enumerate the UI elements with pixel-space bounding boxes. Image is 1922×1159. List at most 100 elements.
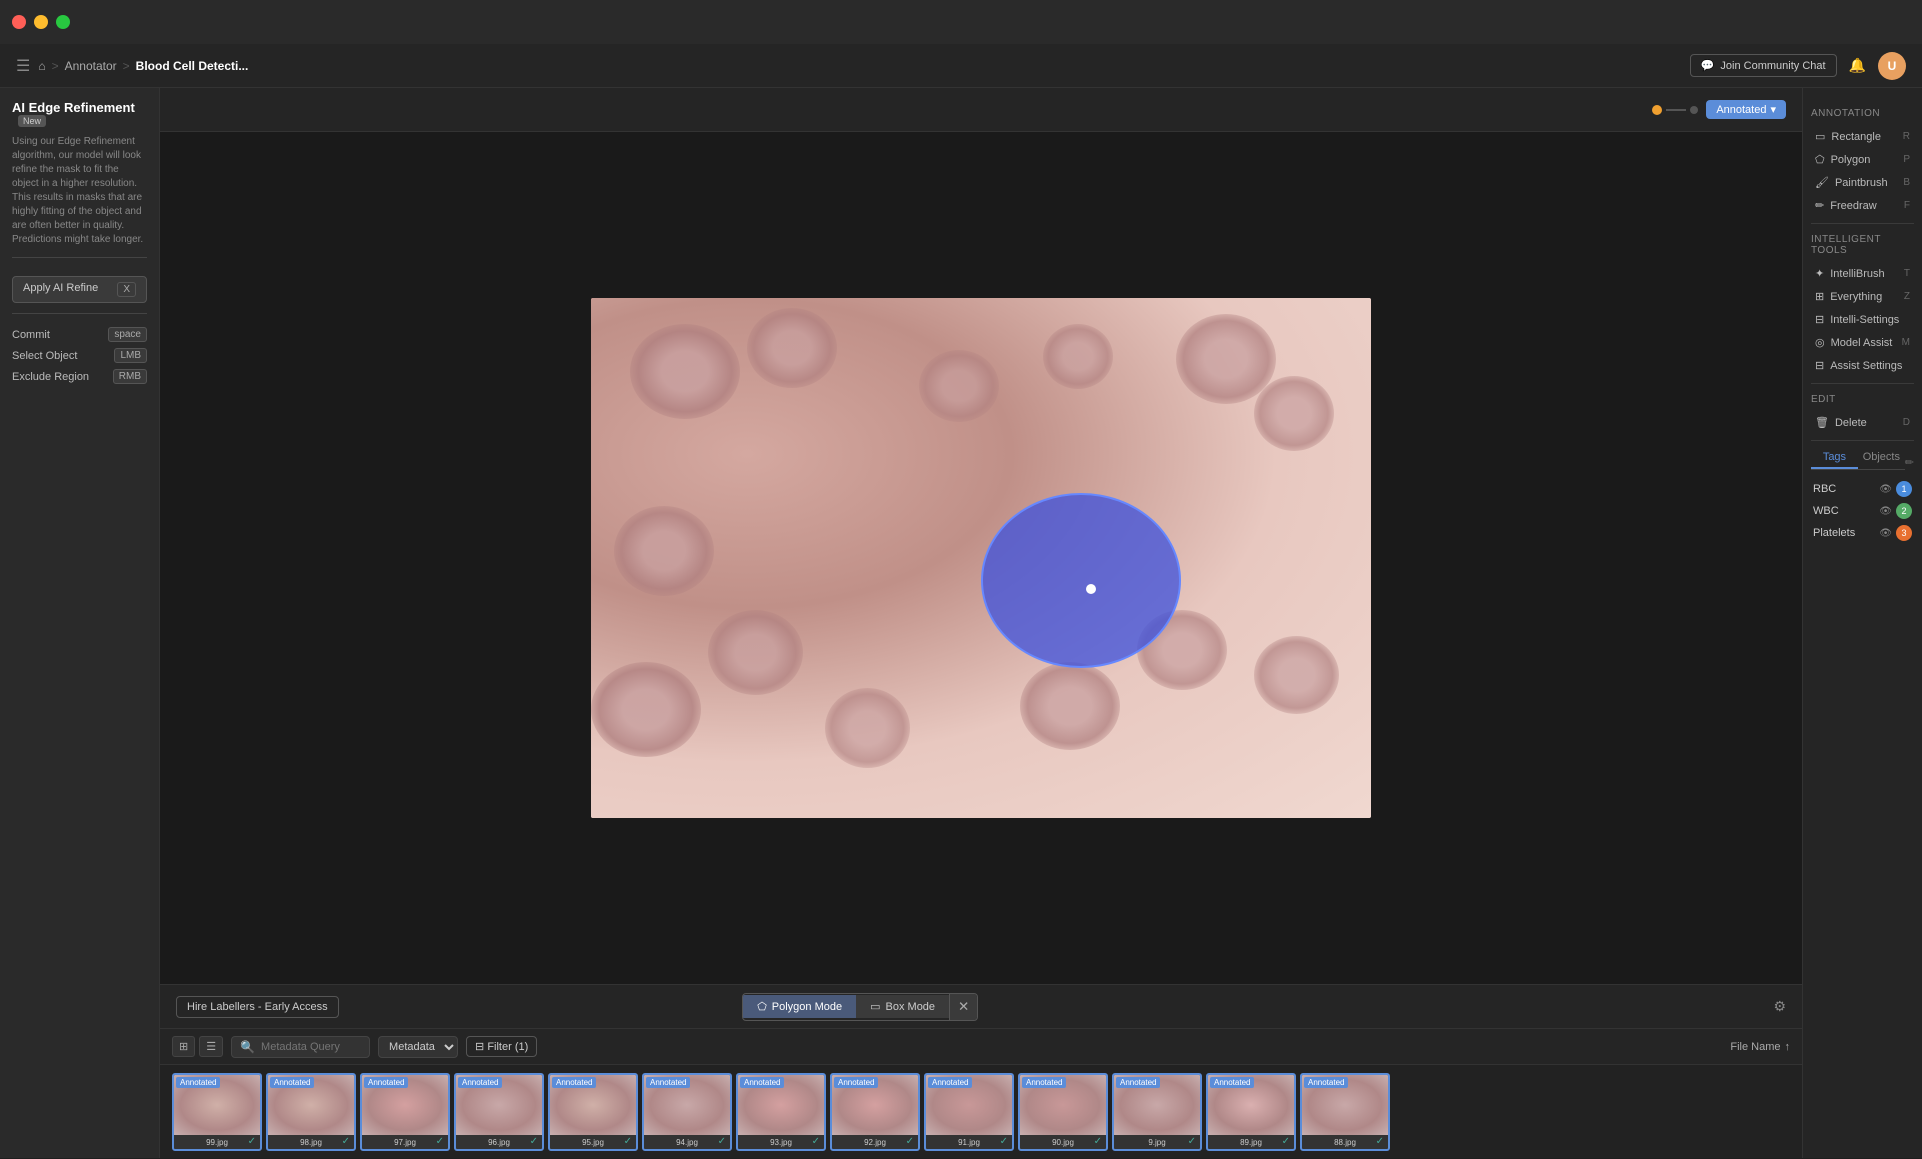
search-box: 🔍 [231, 1036, 370, 1058]
annotated-label: Annotated [552, 1077, 596, 1088]
list-item[interactable]: Annotated 90.jpg ✓ [1018, 1073, 1108, 1151]
annotated-badge[interactable]: Annotated ▾ [1706, 100, 1786, 119]
check-icon: ✓ [1376, 1136, 1384, 1147]
avatar[interactable]: U [1878, 52, 1906, 80]
apply-ai-refine-button[interactable]: Apply AI Refine X [12, 276, 147, 303]
image-canvas[interactable] [160, 132, 1802, 984]
tool-assist-settings[interactable]: ⊟Assist Settings [1811, 354, 1914, 377]
tool-label: Delete [1835, 417, 1867, 429]
check-icon: ✓ [436, 1136, 444, 1147]
annotated-label: Annotated [646, 1077, 690, 1088]
thumb-filename: 98.jpg [270, 1138, 352, 1147]
close-button[interactable] [12, 15, 26, 29]
tool-icon: ✏ [1815, 199, 1824, 212]
list-item[interactable]: Annotated 95.jpg ✓ [548, 1073, 638, 1151]
thumb-filename: 93.jpg [740, 1138, 822, 1147]
tag-wbc: WBC 👁 2 [1811, 500, 1914, 522]
check-icon: ✓ [1000, 1136, 1008, 1147]
check-icon: ✓ [1094, 1136, 1102, 1147]
tag-visibility-icon[interactable]: 👁 [1879, 484, 1892, 495]
list-item[interactable]: Annotated 9.jpg ✓ [1112, 1073, 1202, 1151]
tool-label: Intelli-Settings [1830, 314, 1899, 326]
tool-label: Rectangle [1831, 131, 1881, 143]
box-icon: ▭ [870, 1000, 880, 1013]
annotated-label: Annotated [458, 1077, 502, 1088]
annotated-label: Annotated [1304, 1077, 1348, 1088]
polygon-icon: ⬠ [757, 1000, 767, 1013]
annotated-label: Annotated [740, 1077, 784, 1088]
tool-icon: ⬠ [1815, 153, 1825, 166]
image-toolbar: Annotated ▾ [160, 88, 1802, 132]
list-item[interactable]: Annotated 94.jpg ✓ [642, 1073, 732, 1151]
edit-icon[interactable]: ✏ [1905, 456, 1914, 469]
polygon-mode-button[interactable]: ⬠ Polygon Mode [743, 995, 856, 1018]
list-item[interactable]: Annotated 92.jpg ✓ [830, 1073, 920, 1151]
left-panel: AI Edge Refinement New Using our Edge Re… [0, 88, 160, 1158]
list-item[interactable]: Annotated 97.jpg ✓ [360, 1073, 450, 1151]
filter-button[interactable]: ⊟ Filter (1) [466, 1036, 537, 1057]
tool-icon: ⊟ [1815, 359, 1824, 372]
dropdown-icon: ▾ [1770, 103, 1776, 116]
tool-label: Model Assist [1831, 337, 1893, 349]
tool-intelli-settings[interactable]: ⊟Intelli-Settings [1811, 308, 1914, 331]
list-item[interactable]: Annotated 91.jpg ✓ [924, 1073, 1014, 1151]
tool-icon: ◎ [1815, 336, 1825, 349]
hire-labellers-button[interactable]: Hire Labellers - Early Access [176, 996, 339, 1018]
fullscreen-button[interactable] [56, 15, 70, 29]
list-item[interactable]: Annotated 93.jpg ✓ [736, 1073, 826, 1151]
tool-intellibrush[interactable]: ✦IntelliBrushT [1811, 262, 1914, 285]
filter-icon: ⊟ [475, 1041, 484, 1053]
tool-model-assist[interactable]: ◎Model AssistM [1811, 331, 1914, 354]
thumb-filename: 97.jpg [364, 1138, 446, 1147]
tool-freedraw[interactable]: ✏FreedrawF [1811, 194, 1914, 217]
tag-count: 3 [1896, 525, 1912, 541]
tag-visibility-icon[interactable]: 👁 [1879, 528, 1892, 539]
menu-icon[interactable]: ☰ [16, 56, 30, 76]
list-item[interactable]: Annotated 98.jpg ✓ [266, 1073, 356, 1151]
settings-icon[interactable]: ⚙ [1773, 998, 1786, 1015]
check-icon: ✓ [718, 1136, 726, 1147]
box-mode-button[interactable]: ▭ Box Mode [856, 995, 949, 1018]
tag-name: WBC [1813, 505, 1839, 517]
annotator-link[interactable]: Annotator [65, 59, 117, 73]
metadata-select[interactable]: Metadata [378, 1036, 458, 1058]
tool-shortcut: F [1904, 200, 1910, 211]
mode-close-button[interactable]: ✕ [949, 994, 977, 1020]
list-item[interactable]: Annotated 88.jpg ✓ [1300, 1073, 1390, 1151]
sort-button[interactable]: File Name ↑ [1730, 1041, 1790, 1053]
tab-tags[interactable]: Tags [1811, 447, 1858, 469]
project-name: Blood Cell Detecti... [136, 59, 249, 73]
notification-bell-icon[interactable]: 🔔 [1849, 57, 1866, 74]
thumbnails-toolbar: ⊞ ☰ 🔍 Metadata ⊟ Filter (1) File Name ↑ [160, 1029, 1802, 1065]
join-chat-button[interactable]: 💬 Join Community Chat [1690, 54, 1837, 77]
annotated-label: Annotated [928, 1077, 972, 1088]
annotated-label: Annotated [1116, 1077, 1160, 1088]
tool-delete[interactable]: 🗑DeleteD [1811, 411, 1914, 434]
sort-icon: ↑ [1785, 1041, 1791, 1053]
tool-label: IntelliBrush [1830, 268, 1884, 280]
edit-tools: 🗑DeleteD [1811, 411, 1914, 434]
minimize-button[interactable] [34, 15, 48, 29]
list-item[interactable]: Annotated 99.jpg ✓ [172, 1073, 262, 1151]
search-input[interactable] [261, 1041, 361, 1053]
annotated-label: Annotated [1022, 1077, 1066, 1088]
tag-visibility-icon[interactable]: 👁 [1879, 506, 1892, 517]
tool-paintbrush[interactable]: 🖌PaintbrushB [1811, 171, 1914, 194]
tool-everything[interactable]: ⊞EverythingZ [1811, 285, 1914, 308]
bottom-toolbar: Hire Labellers - Early Access ⬠ Polygon … [160, 984, 1802, 1028]
thumb-filename: 88.jpg [1304, 1138, 1386, 1147]
tool-polygon[interactable]: ⬠PolygonP [1811, 148, 1914, 171]
shortcut-row: Commitspace [12, 324, 147, 345]
check-icon: ✓ [906, 1136, 914, 1147]
list-item[interactable]: Annotated 89.jpg ✓ [1206, 1073, 1296, 1151]
list-view-button[interactable]: ☰ [199, 1036, 223, 1057]
thumb-filename: 96.jpg [458, 1138, 540, 1147]
tab-objects[interactable]: Objects [1858, 447, 1905, 469]
center-area: Annotated ▾ [160, 88, 1802, 1158]
grid-view-button[interactable]: ⊞ [172, 1036, 195, 1057]
shortcut-key: space [108, 327, 147, 342]
list-item[interactable]: Annotated 96.jpg ✓ [454, 1073, 544, 1151]
home-icon[interactable]: ⌂ [38, 59, 45, 73]
tool-rectangle[interactable]: ▭RectangleR [1811, 125, 1914, 148]
shortcut-key: RMB [113, 369, 147, 384]
